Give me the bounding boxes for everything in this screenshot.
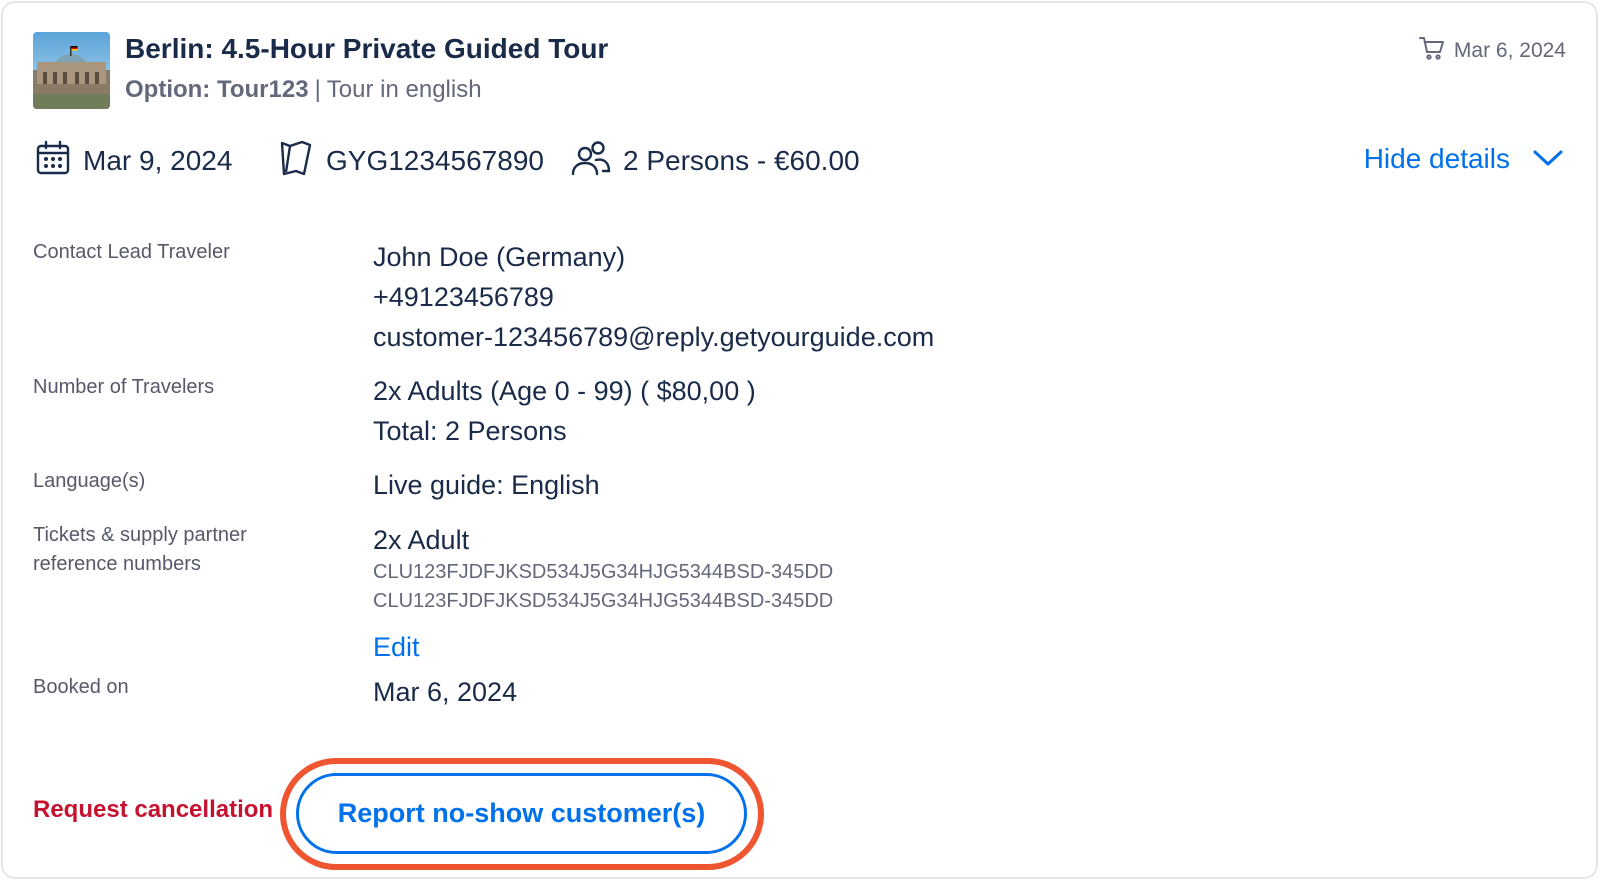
cart-icon	[1418, 35, 1446, 67]
report-no-show-button[interactable]: Report no-show customer(s)	[296, 773, 747, 854]
ticket-ref-2: CLU123FJDFJKSD534J5G34HJG5344BSD-345DD	[373, 590, 834, 612]
option-detail: Tour in english	[326, 76, 482, 103]
language-label: Language(s)	[33, 470, 146, 492]
meta-reference-text: GYG1234567890	[326, 145, 544, 176]
tickets-value: 2x Adult	[373, 525, 470, 555]
booked-date-top: Mar 6, 2024	[1418, 35, 1566, 67]
contact-label: Contact Lead Traveler	[33, 241, 230, 263]
calendar-icon	[35, 140, 71, 183]
request-cancellation-button[interactable]: Request cancellation	[33, 796, 273, 824]
tour-thumbnail	[33, 32, 110, 109]
travelers-line1: 2x Adults (Age 0 - 99) ( $80,00 )	[373, 376, 756, 406]
chevron-down-icon	[1532, 143, 1564, 175]
tour-title: Berlin: 4.5-Hour Private Guided Tour	[125, 33, 609, 64]
option-label: Option: Tour123	[125, 76, 309, 103]
meta-participants-text: 2 Persons - €60.00	[623, 145, 860, 176]
tickets-label-line1: Tickets & supply partner	[33, 524, 247, 546]
meta-date-text: Mar 9, 2024	[83, 145, 233, 176]
hide-details-toggle[interactable]: Hide details	[1364, 143, 1564, 175]
travelers-label: Number of Travelers	[33, 376, 215, 398]
booked-date-text: Mar 6, 2024	[1453, 39, 1566, 62]
language-value: Live guide: English	[373, 470, 600, 500]
booked-on-value: Mar 6, 2024	[373, 677, 518, 707]
hide-details-label: Hide details	[1363, 143, 1510, 174]
booking-card: Berlin: 4.5-Hour Private Guided Tour Opt…	[1, 1, 1598, 879]
meta-participants: 2 Persons - €60.00	[571, 140, 860, 183]
contact-phone[interactable]: +49123456789	[373, 277, 554, 317]
meta-date: Mar 9, 2024	[35, 140, 233, 183]
edit-tickets-link[interactable]: Edit	[373, 632, 420, 663]
travelers-total: Total: 2 Persons	[373, 416, 567, 446]
tour-option: Option: Tour123 | Tour in english	[125, 76, 482, 104]
meta-reference: GYG1234567890	[278, 139, 544, 184]
ticket-ref-1: CLU123FJDFJKSD534J5G34HJG5344BSD-345DD	[373, 561, 834, 583]
tickets-label-line2: reference numbers	[33, 553, 201, 575]
people-icon	[571, 140, 611, 183]
contact-name: John Doe (Germany)	[373, 242, 626, 272]
booked-on-label: Booked on	[33, 676, 129, 698]
option-separator: |	[314, 76, 321, 103]
contact-email[interactable]: customer-123456789@reply.getyourguide.co…	[373, 317, 934, 357]
ticket-icon	[278, 139, 314, 184]
